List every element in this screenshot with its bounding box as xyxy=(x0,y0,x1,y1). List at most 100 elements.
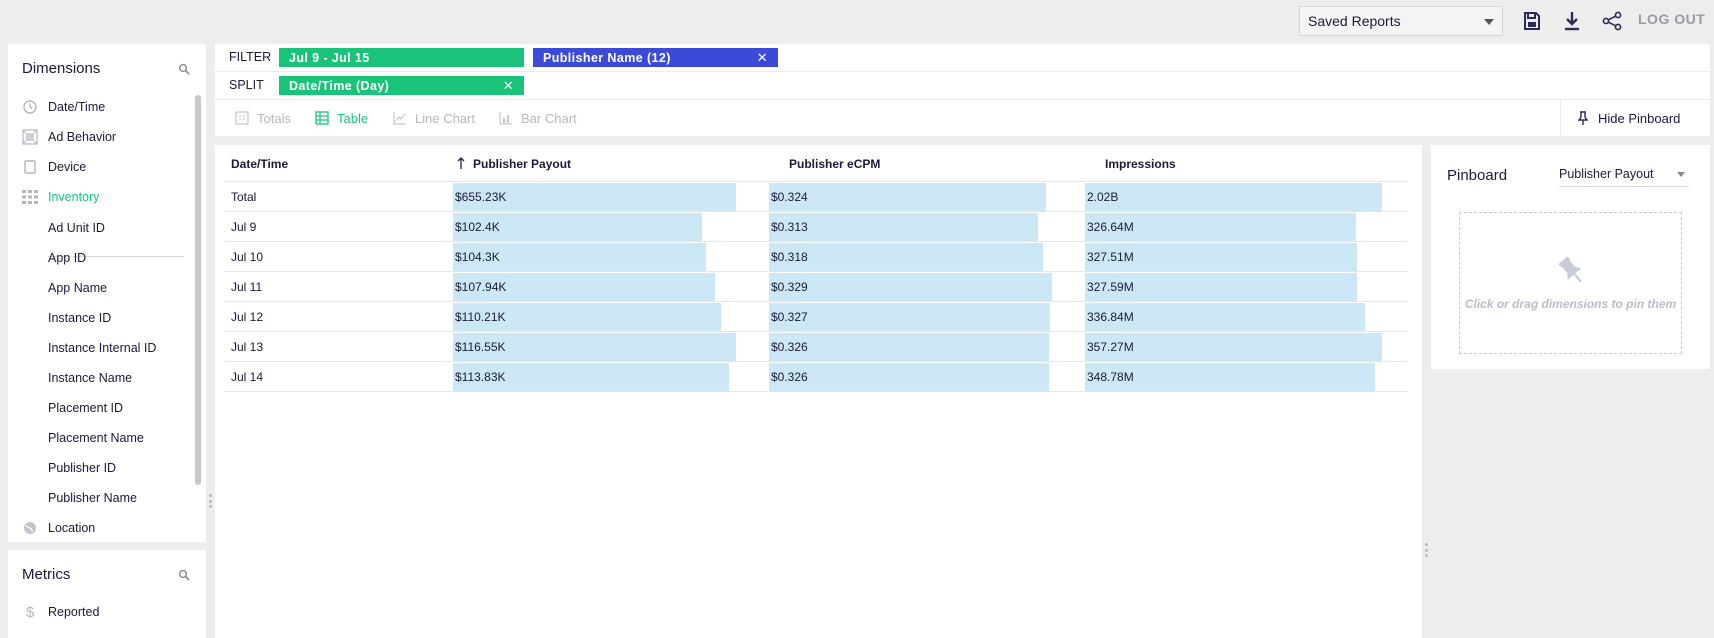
pinboard-drop-zone[interactable]: Click or drag dimensions to pin them xyxy=(1459,212,1682,354)
totals-icon xyxy=(235,111,249,125)
metric-label: Reported xyxy=(48,605,100,619)
top-bar: Saved Reports LOG OUT xyxy=(0,0,1714,42)
row-label: Jul 13 xyxy=(231,340,264,354)
tab-line-chart[interactable]: Line Chart xyxy=(393,106,475,130)
column-header-publisher-ecpm[interactable]: Publisher eCPM xyxy=(789,157,880,171)
dimension-label: Placement ID xyxy=(48,401,124,415)
table-row[interactable]: Jul 12 $110.21K $0.327 336.84M xyxy=(225,302,1407,332)
ecpm-value: $0.313 xyxy=(771,220,808,234)
split-pill-date-time[interactable]: Date/Time (Day) ✕ xyxy=(279,76,524,95)
ecpm-value: $0.327 xyxy=(771,310,808,324)
pinboard-sort-dropdown[interactable]: Publisher Payout xyxy=(1559,165,1689,187)
pinboard-panel: Pinboard Publisher Payout Click or drag … xyxy=(1431,145,1710,369)
dimension-label: Ad Unit ID xyxy=(48,221,105,235)
bar-chart-icon xyxy=(499,112,512,125)
ecpm-value: $0.329 xyxy=(771,280,808,294)
column-header-publisher-payout[interactable]: Publisher Payout xyxy=(473,157,571,171)
dimension-item-instance-internal-id[interactable]: Instance Internal ID xyxy=(8,338,188,358)
tab-label: Table xyxy=(337,110,369,126)
divider xyxy=(215,99,1710,100)
saved-reports-dropdown[interactable]: Saved Reports xyxy=(1299,6,1503,36)
impressions-bar xyxy=(1085,183,1382,211)
dimension-label: Ad Behavior xyxy=(48,130,117,144)
dimension-item-publisher-name[interactable]: Publisher Name xyxy=(8,488,188,508)
dimension-item-inventory[interactable]: Inventory xyxy=(8,187,188,207)
table-row[interactable]: Jul 14 $113.83K $0.326 348.78M xyxy=(225,362,1407,392)
data-table: Date/Time Publisher Payout Publisher eCP… xyxy=(215,145,1422,638)
dimension-label: Inventory xyxy=(48,190,100,204)
dimension-item-placement-id[interactable]: Placement ID xyxy=(8,398,188,418)
saved-reports-label: Saved Reports xyxy=(1308,13,1401,29)
ecpm-bar xyxy=(769,333,1049,361)
dimensions-panel: Dimensions Date/Time Ad Behavior Device … xyxy=(8,44,206,542)
dimension-item-placement-name[interactable]: Placement Name xyxy=(8,428,188,448)
table-row[interactable]: Jul 10 $104.3K $0.318 327.51M xyxy=(225,242,1407,272)
column-header-date-time[interactable]: Date/Time xyxy=(231,157,288,171)
filter-split-bar: FILTER Jul 9 - Jul 15 Publisher Name (12… xyxy=(215,44,1710,136)
close-icon[interactable]: ✕ xyxy=(757,50,768,66)
download-icon[interactable] xyxy=(1560,9,1584,33)
row-label: Total xyxy=(231,190,257,204)
sidebar-resize-handle[interactable] xyxy=(209,494,212,508)
dimensions-scrollbar[interactable] xyxy=(195,95,201,485)
payout-value: $110.21K xyxy=(455,310,506,324)
dimension-item-instance-id[interactable]: Instance ID xyxy=(8,308,188,328)
ecpm-value: $0.324 xyxy=(771,190,808,204)
filter-pill-publisher-name[interactable]: Publisher Name (12) ✕ xyxy=(533,48,778,67)
ecpm-bar xyxy=(769,273,1052,301)
impressions-value: 327.59M xyxy=(1087,280,1134,294)
divider xyxy=(1560,100,1561,136)
tab-table[interactable]: Table xyxy=(315,106,368,130)
table-row[interactable]: Jul 11 $107.94K $0.329 327.59M xyxy=(225,272,1407,302)
sort-up-arrow-icon[interactable] xyxy=(457,156,465,170)
impressions-value: 327.51M xyxy=(1087,250,1134,264)
ecpm-bar xyxy=(769,183,1046,211)
ecpm-bar xyxy=(769,363,1049,391)
pin-icon xyxy=(1578,111,1588,125)
dimension-item-app-id[interactable]: App ID xyxy=(8,248,188,268)
metrics-title: Metrics xyxy=(22,566,71,583)
impressions-value: 357.27M xyxy=(1087,340,1134,354)
table-icon xyxy=(315,111,329,125)
dimension-item-instance-name[interactable]: Instance Name xyxy=(8,368,188,388)
dimension-item-ad-unit-id[interactable]: Ad Unit ID xyxy=(8,218,188,238)
table-row[interactable]: Jul 9 $102.4K $0.313 326.64M xyxy=(225,212,1407,242)
dimension-item-device[interactable]: Device xyxy=(8,157,188,177)
table-row[interactable]: Total $655.23K $0.324 2.02B xyxy=(225,182,1407,212)
payout-value: $655.23K xyxy=(455,190,507,204)
dimension-item-app-name[interactable]: App Name xyxy=(8,278,188,298)
pinboard-title: Pinboard xyxy=(1447,167,1508,184)
table-row[interactable]: Jul 13 $116.55K $0.326 357.27M xyxy=(225,332,1407,362)
pill-label: Date/Time (Day) xyxy=(289,78,390,93)
dimension-label: Date/Time xyxy=(48,100,106,114)
save-icon[interactable] xyxy=(1520,9,1544,33)
search-icon[interactable] xyxy=(178,63,190,75)
dimension-item-publisher-id[interactable]: Publisher ID xyxy=(8,458,188,478)
ecpm-value: $0.326 xyxy=(771,370,808,384)
dimension-item-date-time[interactable]: Date/Time xyxy=(8,97,188,117)
hide-pinboard-button[interactable]: Hide Pinboard xyxy=(1578,106,1680,130)
impressions-value: 348.78M xyxy=(1087,370,1134,384)
chevron-down-icon xyxy=(1484,19,1494,25)
column-header-impressions[interactable]: Impressions xyxy=(1105,157,1176,171)
divider xyxy=(215,71,1710,72)
search-icon[interactable] xyxy=(178,569,190,581)
impressions-value: 336.84M xyxy=(1087,310,1134,324)
impressions-value: 326.64M xyxy=(1087,220,1134,234)
row-label: Jul 9 xyxy=(231,220,257,234)
close-icon[interactable]: ✕ xyxy=(503,78,514,94)
share-icon[interactable] xyxy=(1600,9,1624,33)
tab-totals[interactable]: Totals xyxy=(235,106,291,130)
row-label: Jul 10 xyxy=(231,250,264,264)
dimension-item-ad-behavior[interactable]: Ad Behavior xyxy=(8,127,188,147)
ecpm-bar xyxy=(769,243,1043,271)
filter-pill-date-range[interactable]: Jul 9 - Jul 15 xyxy=(279,48,524,67)
row-label: Jul 12 xyxy=(231,310,264,324)
ecpm-bar xyxy=(769,213,1038,241)
dimension-item-location[interactable]: Location xyxy=(8,518,188,538)
tab-label: Line Chart xyxy=(415,110,475,126)
metric-item-reported[interactable]: $ Reported xyxy=(8,602,188,622)
tab-bar-chart[interactable]: Bar Chart xyxy=(499,106,577,130)
logout-button[interactable]: LOG OUT xyxy=(1638,11,1705,27)
pinboard-resize-handle[interactable] xyxy=(1425,543,1428,557)
